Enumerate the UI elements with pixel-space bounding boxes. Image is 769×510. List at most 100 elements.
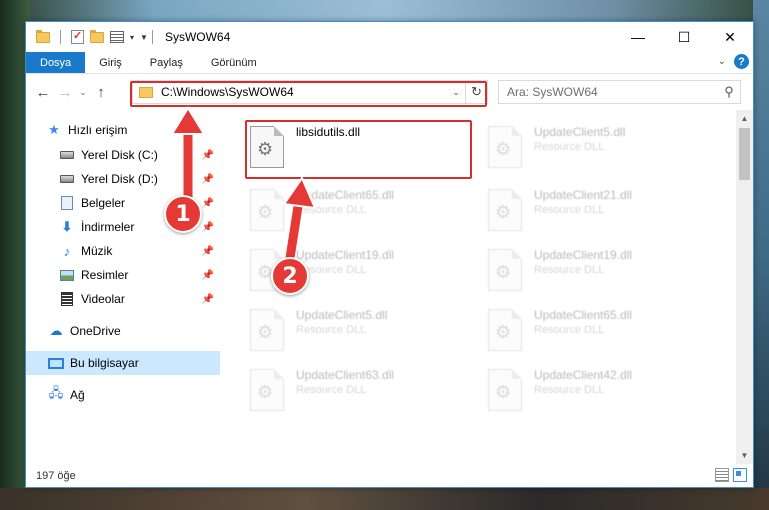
nav-item-onedrive[interactable]: ☁ OneDrive [26, 319, 220, 343]
file-name: UpdateClient19.dll [534, 248, 633, 262]
file-item-libsidutils[interactable]: ⚙ libsidutils.dll [244, 122, 474, 180]
file-type: Resource DLL [296, 384, 367, 396]
desktop-background-bottom [0, 488, 769, 510]
nav-item-local-disk-d[interactable]: Yerel Disk (D:) 📌 [26, 167, 220, 191]
dll-file-icon: ⚙ [250, 189, 284, 231]
address-row: ← → ⌄ ↑ C:\Windows\SysWOW64 ⌄ ↻ Ara: Sys… [26, 74, 753, 110]
pictures-icon [59, 267, 75, 283]
file-name: UpdateClient42.dll [534, 368, 633, 382]
nav-item-label: Hızlı erişim [68, 123, 128, 137]
pin-icon: 📌 [201, 245, 214, 257]
help-icon[interactable]: ? [734, 54, 749, 69]
toolbar-overflow-icon[interactable]: ▼ [140, 33, 148, 42]
dll-file-icon: ⚙ [250, 126, 284, 168]
search-icon[interactable]: ⚲ [718, 84, 740, 100]
star-icon: ★ [48, 122, 60, 137]
file-item[interactable]: ⚙ UpdateClient5.dll Resource DLL [482, 122, 712, 180]
pin-icon: 📌 [201, 221, 214, 233]
pin-icon: 📌 [201, 173, 214, 185]
view-icon[interactable] [110, 31, 124, 43]
nav-item-this-pc[interactable]: Bu bilgisayar [26, 351, 220, 375]
network-icon: 🖧 [48, 385, 64, 400]
nav-item-label: Yerel Disk (D:) [81, 172, 158, 186]
folder-icon [139, 86, 153, 98]
nav-item-label: Resimler [81, 268, 129, 282]
file-item[interactable]: ⚙ UpdateClient63.dll Resource DLL [244, 365, 474, 423]
file-item[interactable]: ⚙ UpdateClient19.dll Resource DLL [482, 245, 712, 303]
pin-icon: 📌 [201, 269, 214, 281]
file-item[interactable]: ⚙ UpdateClient65.dll Resource DLL [244, 185, 474, 243]
pin-icon: 📌 [201, 293, 214, 305]
large-icons-view-icon[interactable] [733, 468, 747, 482]
dll-file-icon: ⚙ [488, 189, 522, 231]
file-type: Resource DLL [534, 141, 605, 153]
drive-icon [59, 147, 75, 163]
details-view-icon[interactable] [715, 468, 729, 482]
tab-share[interactable]: Paylaş [136, 52, 197, 73]
dll-file-icon: ⚙ [488, 369, 522, 411]
address-bar[interactable]: C:\Windows\SysWOW64 ⌄ ↻ [132, 80, 488, 104]
music-icon: ♪ [63, 243, 71, 259]
nav-item-label: İndirmeler [81, 220, 135, 234]
pin-icon: 📌 [201, 149, 214, 161]
dll-file-icon: ⚙ [250, 369, 284, 411]
step-badge-1: 1 [164, 195, 202, 233]
refresh-icon[interactable]: ↻ [465, 81, 487, 103]
nav-item-videos[interactable]: Videolar 📌 [26, 287, 220, 311]
nav-item-label: Belgeler [81, 196, 126, 210]
minimize-button[interactable]: — [615, 22, 661, 52]
dll-file-icon: ⚙ [488, 126, 522, 168]
file-explorer-window: ▾ ▼ SysWOW64 — ☐ ✕ Dosya Giriş Paylaş Gö… [25, 21, 754, 488]
maximize-button[interactable]: ☐ [661, 22, 707, 52]
up-arrow-icon[interactable]: ↑ [90, 84, 112, 101]
tab-view[interactable]: Görünüm [197, 52, 271, 73]
nav-item-quick-access[interactable]: ★ Hızlı erişim [26, 118, 220, 142]
forward-arrow-icon[interactable]: → [54, 84, 76, 101]
file-type: Resource DLL [534, 204, 605, 216]
recent-locations-chevron-icon[interactable]: ⌄ [76, 88, 90, 97]
nav-item-label: OneDrive [70, 324, 121, 338]
file-name: UpdateClient19.dll [296, 248, 395, 262]
file-item[interactable]: ⚙ UpdateClient5.dll Resource DLL [244, 305, 474, 363]
back-arrow-icon[interactable]: ← [32, 84, 54, 101]
file-item[interactable]: ⚙ UpdateClient42.dll Resource DLL [482, 365, 712, 423]
scroll-down-icon[interactable]: ▼ [736, 447, 753, 464]
videos-icon [59, 291, 75, 307]
title-separator [151, 30, 153, 44]
nav-item-label: Bu bilgisayar [70, 356, 139, 370]
file-name: UpdateClient5.dll [296, 308, 388, 322]
address-path[interactable]: C:\Windows\SysWOW64 [161, 85, 447, 99]
nav-item-network[interactable]: 🖧 Ağ [26, 383, 220, 407]
nav-item-pictures[interactable]: Resimler 📌 [26, 263, 220, 287]
folder-icon [36, 29, 50, 43]
vertical-scrollbar[interactable]: ▲ ▼ [736, 110, 753, 464]
onedrive-icon: ☁ [49, 323, 63, 338]
nav-item-label: Ağ [70, 388, 85, 402]
tab-home[interactable]: Giriş [85, 52, 136, 73]
nav-item-music[interactable]: ♪ Müzik 📌 [26, 239, 220, 263]
customize-toolbar-chevron-icon[interactable]: ▾ [130, 33, 134, 42]
expand-ribbon-chevron-icon[interactable]: ⌄ [718, 56, 726, 67]
window-title: SysWOW64 [164, 30, 231, 44]
search-input[interactable]: Ara: SysWOW64 ⚲ [498, 80, 741, 104]
nav-item-local-disk-c[interactable]: Yerel Disk (C:) 📌 [26, 143, 220, 167]
file-item[interactable]: ⚙ UpdateClient65.dll Resource DLL [482, 305, 712, 363]
scrollbar-thumb[interactable] [739, 128, 750, 180]
file-type: Resource DLL [296, 264, 367, 276]
file-item[interactable]: ⚙ UpdateClient21.dll Resource DLL [482, 185, 712, 243]
this-pc-icon [48, 355, 64, 371]
item-count: 197 öğe [36, 470, 76, 482]
tab-file[interactable]: Dosya [26, 52, 86, 73]
status-bar: 197 öğe [26, 465, 753, 487]
close-button[interactable]: ✕ [707, 22, 753, 52]
properties-icon[interactable] [71, 29, 84, 44]
search-placeholder[interactable]: Ara: SysWOW64 [507, 85, 718, 99]
scroll-up-icon[interactable]: ▲ [736, 110, 753, 127]
address-dropdown-chevron-icon[interactable]: ⌄ [447, 87, 465, 98]
view-toggles [715, 468, 747, 482]
quick-access-toolbar: ▾ ▼ [26, 29, 148, 44]
file-type: Resource DLL [296, 324, 367, 336]
ribbon-right-controls: ⌄ ? [718, 54, 749, 69]
new-folder-icon[interactable] [90, 29, 104, 43]
documents-icon [59, 195, 75, 211]
